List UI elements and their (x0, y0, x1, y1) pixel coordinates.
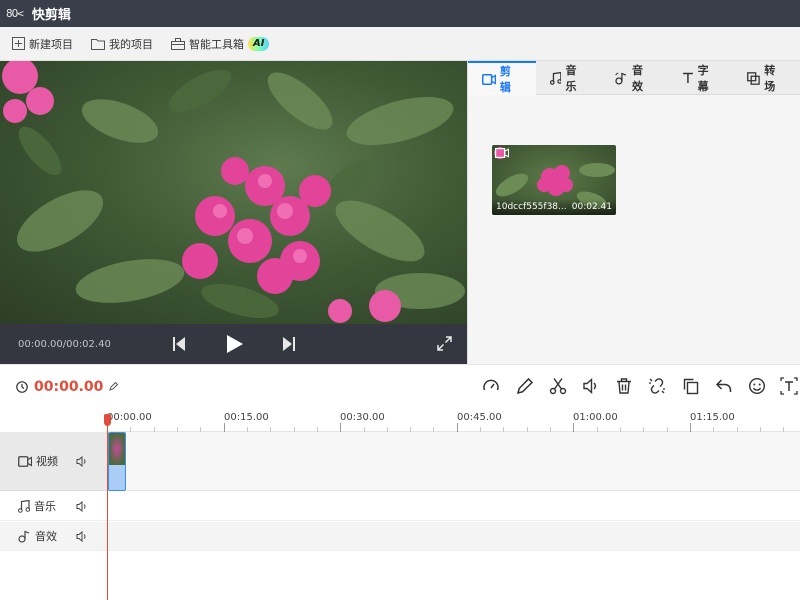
video-preview[interactable] (0, 61, 467, 324)
tab-edit[interactable]: 剪辑 (468, 61, 536, 95)
app-logo: 8O< (6, 7, 24, 20)
tab-label: 剪辑 (499, 65, 511, 94)
music-note-icon (18, 499, 30, 513)
skip-forward-icon[interactable] (283, 337, 295, 351)
clip-filename: 10dccf555f38... (496, 202, 567, 212)
new-project-button[interactable]: 新建项目 (12, 36, 73, 52)
folder-icon (91, 38, 105, 50)
pencil-icon[interactable] (516, 377, 534, 395)
music-note-icon (549, 71, 562, 85)
tab-music[interactable]: 音乐 (536, 61, 602, 95)
tab-label: 转场 (764, 64, 776, 93)
current-time: 00:00.00 (34, 378, 104, 395)
music-track[interactable] (107, 492, 800, 521)
track-header-music: 音乐 (0, 492, 107, 521)
ai-badge: AI (248, 36, 270, 51)
menu-bar: 新建项目 我的项目 智能工具箱 AI (0, 27, 800, 61)
media-clip-card[interactable]: 10dccf555f38... 00:02.41 (492, 145, 616, 215)
track-header-video: 视频 (0, 432, 107, 491)
video-track[interactable] (107, 432, 800, 491)
ruler-tick (340, 423, 341, 432)
clip-thumbnail (109, 433, 125, 465)
tick-label: 00:15.00 (224, 412, 269, 423)
edit-pencil-icon[interactable] (109, 382, 119, 391)
tab-sound-effects[interactable]: 音效 (601, 61, 668, 95)
volume-icon[interactable] (582, 377, 600, 395)
timeline-toolbar: 00:00.00 (0, 364, 800, 408)
track-label: 音效 (35, 530, 57, 543)
sound-effect-icon (615, 72, 627, 85)
video-camera-icon (482, 73, 496, 85)
video-camera-icon (495, 148, 509, 158)
clock-icon (16, 380, 28, 393)
title-bar: 8O< 快剪辑 (0, 0, 800, 27)
tick-label: 01:00.00 (573, 412, 618, 423)
preview-frame-image (2, 61, 465, 323)
playhead-handle[interactable] (104, 414, 111, 426)
speaker-icon[interactable] (76, 500, 87, 512)
ai-toolbox-button[interactable]: 智能工具箱 AI (171, 36, 270, 52)
ai-toolbox-label: 智能工具箱 (189, 37, 244, 51)
timecode-display: 00:00.00 (16, 378, 119, 395)
play-icon[interactable] (227, 335, 243, 353)
clip-duration: 00:02.41 (571, 202, 612, 212)
my-projects-button[interactable]: 我的项目 (91, 36, 153, 52)
tab-label: 音效 (632, 64, 644, 93)
new-project-label: 新建项目 (29, 37, 73, 51)
timeline-ruler[interactable]: 00:00.00 00:15.00 00:30.00 00:45.00 01:0… (107, 408, 800, 432)
scissors-icon[interactable] (549, 377, 567, 395)
sound-effects-track[interactable] (107, 522, 800, 551)
track-header-sound-effects: 音效 (0, 522, 107, 551)
ruler-tick (690, 423, 691, 432)
text-t-icon (682, 72, 693, 83)
tab-subtitles[interactable]: 字幕 (668, 61, 734, 95)
tab-transitions[interactable]: 转场 (733, 61, 800, 95)
panel-tabs: 剪辑 音乐 音效 字幕 转场 (468, 61, 800, 95)
speaker-icon[interactable] (76, 530, 87, 542)
track-label: 音乐 (34, 500, 56, 513)
text-box-icon[interactable] (780, 377, 798, 395)
split-link-icon[interactable] (648, 377, 666, 395)
clip-info: 10dccf555f38... 00:02.41 (492, 199, 616, 215)
track-headers: 视频 音乐 音效 (0, 432, 107, 600)
app-title: 快剪辑 (31, 8, 71, 23)
sticker-icon[interactable] (748, 377, 766, 395)
fullscreen-icon[interactable] (437, 336, 452, 351)
ruler-tick (573, 423, 574, 432)
playhead-line (107, 415, 108, 600)
tick-label: 00:30.00 (340, 412, 385, 423)
plus-square-icon (12, 37, 25, 50)
tick-label: 01:15.00 (690, 412, 735, 423)
my-projects-label: 我的项目 (109, 37, 153, 51)
tab-label: 音乐 (565, 64, 577, 93)
tick-label: 00:45.00 (457, 412, 502, 423)
toolbox-icon (171, 38, 185, 50)
ruler-tick (457, 423, 458, 432)
copy-icon[interactable] (682, 377, 700, 395)
media-panel: 剪辑 音乐 音效 字幕 转场 10dccf555f38... 00:02.41 (467, 61, 800, 364)
track-label: 视频 (36, 455, 58, 468)
undo-icon[interactable] (715, 377, 733, 395)
speed-icon[interactable] (482, 377, 500, 395)
tab-label: 字幕 (697, 64, 709, 93)
tick-label: 00:00.00 (107, 412, 152, 423)
player-time: 00:00.00/00:02.40 (18, 338, 111, 350)
trash-icon[interactable] (615, 377, 633, 395)
skip-back-icon[interactable] (173, 337, 185, 351)
transition-icon (747, 71, 761, 85)
sound-effect-icon (18, 530, 30, 543)
video-camera-icon (18, 455, 32, 467)
timeline-video-clip[interactable] (108, 432, 126, 491)
speaker-icon[interactable] (76, 455, 87, 467)
player-controls: 00:00.00/00:02.40 (0, 324, 467, 364)
ruler-tick (224, 423, 225, 432)
